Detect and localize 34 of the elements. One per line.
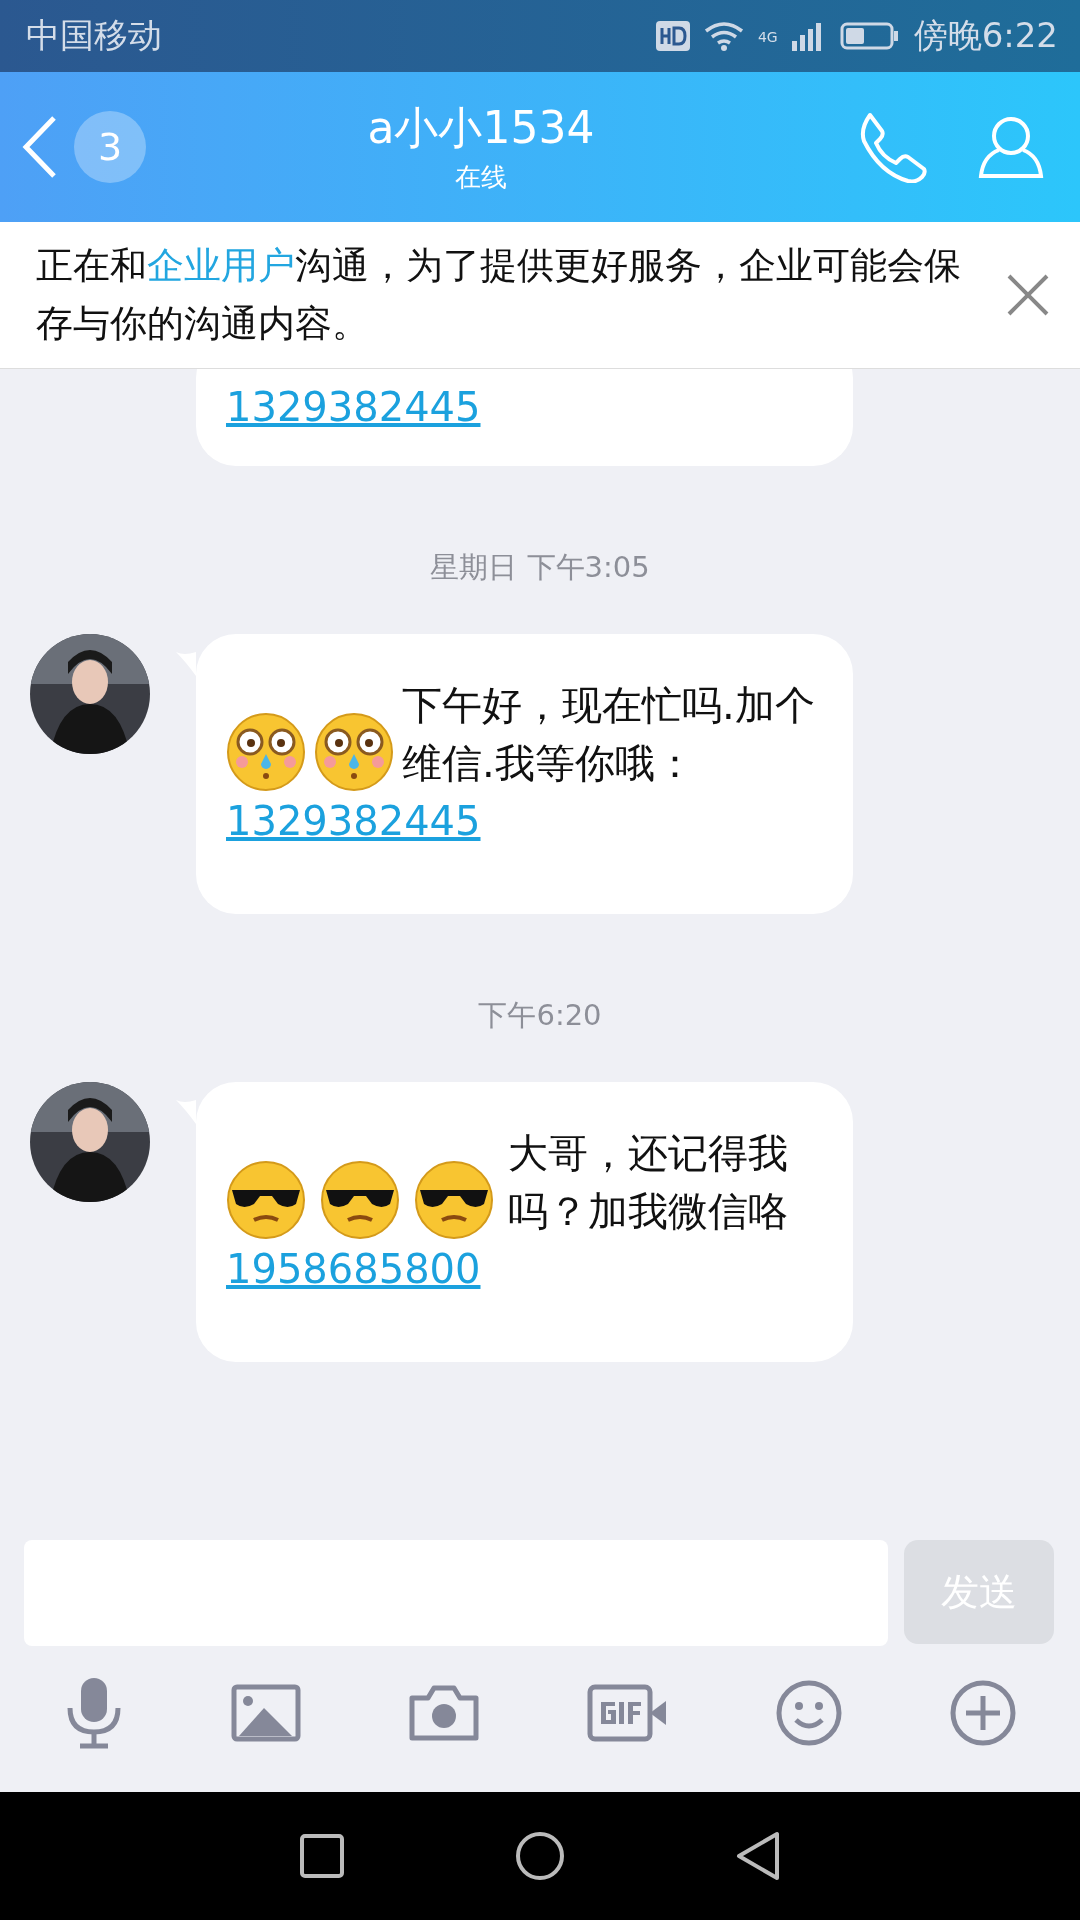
network-type: 4G [757, 29, 778, 45]
sunglasses-face-icon [320, 1160, 400, 1240]
notice-text: 正在和企业用户沟通，为了提供更好服务，企业可能会保存与你的沟通内容。 [36, 243, 962, 347]
wifi-icon [703, 21, 744, 51]
message-text: 下午好，现在忙吗.加个维信.我等你哦： [402, 681, 816, 788]
sunglasses-face-icon [414, 1160, 494, 1240]
back-button[interactable]: 3 [20, 111, 146, 183]
surprised-face-icon [226, 712, 306, 792]
emoji-icon[interactable] [776, 1680, 843, 1746]
message-text: 大哥，还记得我吗？加我微信咯 [508, 1129, 789, 1236]
unread-count: 3 [74, 111, 146, 183]
hd-icon [655, 21, 690, 51]
sunglasses-face-icon [226, 1160, 306, 1240]
back-nav-icon[interactable] [735, 1831, 781, 1881]
gif-video-icon[interactable] [586, 1684, 669, 1742]
timestamp: 星期日 下午3:05 [430, 550, 650, 584]
recent-apps-icon[interactable] [299, 1833, 345, 1879]
phone-link[interactable]: 1958685800 [226, 1240, 481, 1298]
phone-link[interactable]: 1329382445 [226, 792, 481, 850]
battery-icon [839, 21, 900, 51]
image-icon[interactable] [231, 1684, 302, 1742]
person-icon [978, 114, 1044, 180]
online-status: 在线 [455, 161, 507, 194]
plus-icon[interactable] [950, 1680, 1017, 1746]
close-icon [1006, 273, 1050, 317]
close-button[interactable] [1006, 273, 1050, 317]
surprised-face-icon [314, 712, 394, 792]
carrier-name: 中国移动 [26, 14, 162, 57]
timestamp: 下午6:20 [478, 998, 602, 1032]
contact-name: a小小1534 [367, 101, 595, 155]
clock-time: 傍晚6:22 [913, 14, 1058, 57]
camera-icon[interactable] [409, 1684, 480, 1742]
home-icon[interactable] [515, 1831, 565, 1881]
phone-link[interactable]: 1329382445 [226, 378, 481, 436]
